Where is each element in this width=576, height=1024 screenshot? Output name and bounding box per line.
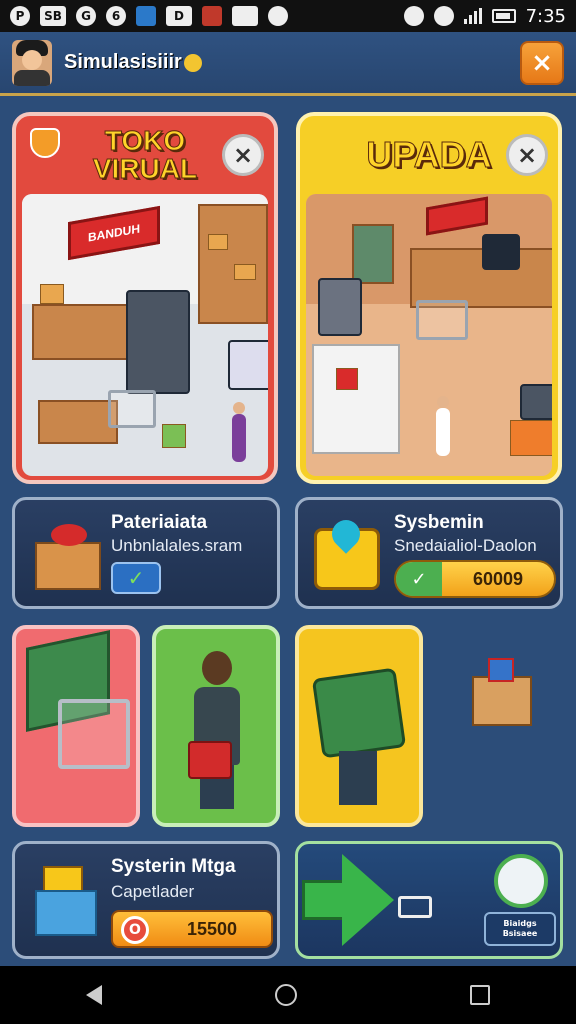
app-header: Simulasisiiir × [0, 32, 576, 96]
status-bar: P SB G 6 D 7:35 [0, 0, 576, 32]
coin-icon: O [121, 916, 149, 944]
toko-virual-card[interactable]: TOKO VIRUAL × BANDUH [12, 112, 278, 484]
back-icon[interactable] [86, 985, 103, 1005]
vibrate-icon [433, 6, 454, 26]
card-title: UPADA [366, 134, 492, 175]
cash-register-icon [311, 667, 407, 759]
battery-icon [491, 9, 516, 23]
cart-icon [398, 896, 432, 918]
card-title: TOKO VIRUAL [92, 125, 198, 184]
check-button[interactable]: ✓ [111, 562, 161, 594]
home-icon[interactable] [274, 984, 297, 1006]
alarm-icon [403, 6, 424, 26]
location-box-icon [308, 514, 388, 594]
register-icon[interactable] [494, 854, 548, 908]
shield-icon [136, 6, 156, 26]
clock: 7:35 [525, 5, 566, 27]
shield-icon [30, 128, 60, 158]
cart-icon [58, 699, 130, 769]
sysbemin-card[interactable]: Sysbemin Snedaialiol-Daolon ✓ 60009 [295, 497, 563, 609]
app-icon: SB [40, 6, 66, 26]
bluetooth-icon: 6 [106, 6, 126, 26]
camera-icon [232, 6, 258, 26]
card-subtitle: Unbnlalales.sram [111, 536, 243, 555]
shopper-tile[interactable] [152, 625, 280, 827]
app-icon: D [166, 6, 192, 26]
store-scene-illustration [306, 194, 552, 476]
shopping-bag-icon [188, 741, 232, 779]
store-icon [202, 6, 222, 26]
wifi-signal-icon [463, 8, 482, 24]
avatar[interactable] [12, 39, 52, 86]
card-title: Systerin Mtga [111, 856, 236, 877]
close-card-button[interactable]: × [222, 134, 264, 176]
sync-icon: G [76, 6, 96, 26]
notification-icon: P [10, 6, 30, 26]
app-title: Simulasisiiir [64, 51, 202, 74]
person-icon [202, 651, 232, 685]
gift-box-icon [25, 514, 105, 594]
navigation-bar [0, 966, 576, 1024]
shield-check-icon: ✓ [396, 562, 442, 596]
close-card-button[interactable]: × [506, 134, 548, 176]
coin-value-button[interactable]: O 15500 [111, 910, 273, 948]
card-title: Sysbemin [394, 512, 484, 533]
card-title: Pateriaiata [111, 512, 208, 533]
shopping-cart-tile[interactable] [12, 625, 140, 827]
recent-apps-icon[interactable] [469, 985, 490, 1005]
card-subtitle: Snedaialiol-Daolon [394, 536, 537, 555]
store-scene-illustration: BANDUH [22, 194, 268, 476]
gift-boxes-icon [31, 860, 103, 942]
value-button[interactable]: ✓ 60009 [394, 560, 556, 598]
coin-amount: 15500 [186, 918, 238, 939]
arrow-right-icon[interactable] [302, 850, 398, 950]
close-button[interactable]: × [520, 40, 564, 85]
cashier-machine-tile[interactable] [295, 625, 423, 827]
gift-box-icon[interactable] [472, 658, 536, 728]
settings-icon [268, 6, 288, 26]
pateriaiata-card[interactable]: Pateriaiata Unbnlalales.sram ✓ [12, 497, 280, 609]
upada-card[interactable]: UPADA × [296, 112, 562, 484]
coin-icon [183, 53, 202, 72]
card-subtitle: Capetlader [111, 882, 195, 901]
small-action-button[interactable]: Biaidgs Bsisaee [484, 912, 556, 946]
next-card[interactable]: Biaidgs Bsisaee [295, 841, 563, 959]
value-amount: 60009 [472, 568, 524, 589]
systerin-mtga-card[interactable]: Systerin Mtga Capetlader O 15500 [12, 841, 280, 959]
